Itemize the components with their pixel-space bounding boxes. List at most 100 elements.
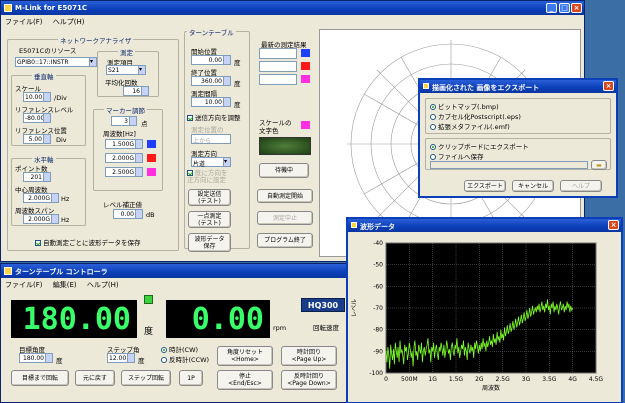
minimize-button[interactable]: _ [546,3,557,13]
radio-bmp[interactable] [430,104,436,110]
auto-save-checkbox[interactable]: 自動測定ごとに波形データを保存 [35,237,141,247]
exit-button[interactable]: プログラム終了 [257,233,313,248]
resource-select[interactable]: GPIB0::17::INSTR ▾ [15,57,97,67]
points-spinner[interactable] [43,173,50,181]
center-input[interactable]: 2.000G [23,193,59,203]
rotate-to-target-button[interactable]: 目標まで回転 [11,370,69,386]
export-button[interactable]: エクスポート [464,180,506,192]
level-input[interactable]: 0.00 [113,209,143,219]
marker-freq-1[interactable]: 1.500G [105,139,143,149]
single-test-button[interactable]: 一点測定 (テスト) [188,211,231,228]
wave-save-button[interactable]: 波形データ 保存 [188,233,231,252]
option-file[interactable]: ファイルへ保存 [430,151,484,161]
target-select[interactable]: 上から [191,134,231,145]
ref-level-input[interactable]: -80.00 [23,113,51,123]
level-spinner[interactable] [135,210,142,218]
cw-rotate-button[interactable]: 時計回り <Page Up> [281,346,337,366]
marker-freq-3[interactable]: 2.500G [105,167,143,177]
marker-freq-2[interactable]: 2.000G [105,153,143,163]
option-emf[interactable]: 拡張メタファイル(.emf) [430,121,510,131]
scale-unit: /Div [54,94,67,102]
menu-file[interactable]: ファイル(F) [5,18,43,26]
center-spinner[interactable] [51,194,58,202]
radio-clipboard[interactable] [430,144,436,150]
dialog-close-icon[interactable]: × [603,81,614,91]
target-value: 上から [193,138,212,145]
dir-select[interactable]: 片道 ▾ [191,157,231,168]
scale-spinner[interactable] [43,93,50,101]
marker-count-spinner[interactable] [129,117,136,125]
interval-input[interactable]: 10.00 [191,97,231,107]
ccw-radio-button[interactable] [161,357,167,363]
folder-icon[interactable]: ▬ [591,160,607,170]
result-field-2 [259,61,297,72]
chevron-down-icon[interactable]: ▾ [138,66,145,74]
option-bmp[interactable]: ビットマップ(.bmp) [430,101,499,111]
ccw-radio[interactable]: 反時計(CCW) [161,354,209,364]
adjust-checkbox[interactable]: 送信方向を調整 [187,112,241,122]
turntable-title: ターンテーブル [187,27,236,37]
wave-close-icon[interactable]: × [608,220,619,230]
ref-level-spinner[interactable] [43,114,50,122]
one-p-button[interactable]: 1P [179,370,203,386]
marker-freq-3-spinner[interactable] [135,168,142,176]
dir-set-check[interactable] [187,170,193,176]
marker-freq-1-spinner[interactable] [135,140,142,148]
file-path-input[interactable] [430,161,588,169]
span-spinner[interactable] [51,215,58,223]
marker-count-input[interactable]: 3 [111,116,137,126]
auto-measure-button[interactable]: 自動測定開始 [257,189,313,203]
radio-eps[interactable] [430,114,436,120]
avg-spinner[interactable] [141,87,148,95]
chevron-down-icon[interactable]: ▾ [89,58,96,66]
option-eps[interactable]: カプセル化Postscript(.eps) [430,111,521,121]
radio-emf[interactable] [430,124,436,130]
stop-button[interactable]: 停止 <End/Esc> [217,370,273,390]
start-spinner[interactable] [223,56,230,64]
marker-3-color[interactable] [147,168,156,176]
measure-item-select[interactable]: S21 ▾ [106,65,146,75]
marker-2-color[interactable] [147,154,156,162]
wait-button[interactable]: 待機中 [259,163,309,178]
dir-set-checkbox[interactable]: 既に方向を 正方向に設定 [187,170,228,184]
step-angle-input[interactable]: 12.00 [107,353,135,363]
option-clipboard[interactable]: クリップボードにエクスポート [430,141,529,151]
marker-1-color[interactable] [147,140,156,148]
cw-radio-button[interactable] [161,347,167,353]
return-button[interactable]: 元に戻す [75,370,115,386]
cancel-button[interactable]: キャンセル [512,180,554,192]
chevron-down-icon[interactable]: ▾ [223,158,230,166]
interval-spinner[interactable] [223,98,230,106]
ref-pos-spinner[interactable] [43,135,50,143]
tt-menu-help[interactable]: ヘルプ(H) [87,281,119,289]
radio-file[interactable] [430,154,436,160]
scale-input[interactable]: 10.00 [23,92,51,102]
start-input[interactable]: 0.00 [191,55,231,65]
step-angle-spinner[interactable] [127,354,134,362]
ref-pos-input[interactable]: 5.00 [23,134,51,144]
help-button[interactable]: ヘルプ [560,180,602,192]
avg-input[interactable]: 16 [123,86,149,96]
cw-radio[interactable]: 時計(CW) [161,344,198,354]
ccw-rotate-button[interactable]: 反時計回り <Page Down> [281,370,337,390]
angle-reset-button[interactable]: 角度リセット <Home> [217,346,273,366]
auto-save-check[interactable] [35,240,41,246]
maximize-button[interactable]: □ [559,3,570,13]
speed-unit: rpm [273,324,287,332]
end-spinner[interactable] [223,77,230,85]
tt-menu-file[interactable]: ファイル(F) [5,281,43,289]
span-input[interactable]: 2.000G [23,214,59,224]
step-rotate-button[interactable]: ステップ回転 [121,370,171,386]
target-angle-spinner[interactable] [45,354,52,362]
target-angle-input[interactable]: 180.00 [19,353,53,363]
setting-test-button[interactable]: 設定送信 (テスト) [188,189,231,206]
scale-color-swatch[interactable] [301,121,310,129]
menu-help[interactable]: ヘルプ(H) [53,18,85,26]
marker-freq-2-spinner[interactable] [135,154,142,162]
stop-measure-button[interactable]: 測定中止 [257,211,313,225]
close-button[interactable]: × [571,3,582,13]
tt-menu-edit[interactable]: 編集(E) [53,281,77,289]
end-input[interactable]: 360.00 [191,76,231,86]
points-input[interactable]: 201 [23,172,51,182]
adjust-check[interactable] [187,115,193,121]
